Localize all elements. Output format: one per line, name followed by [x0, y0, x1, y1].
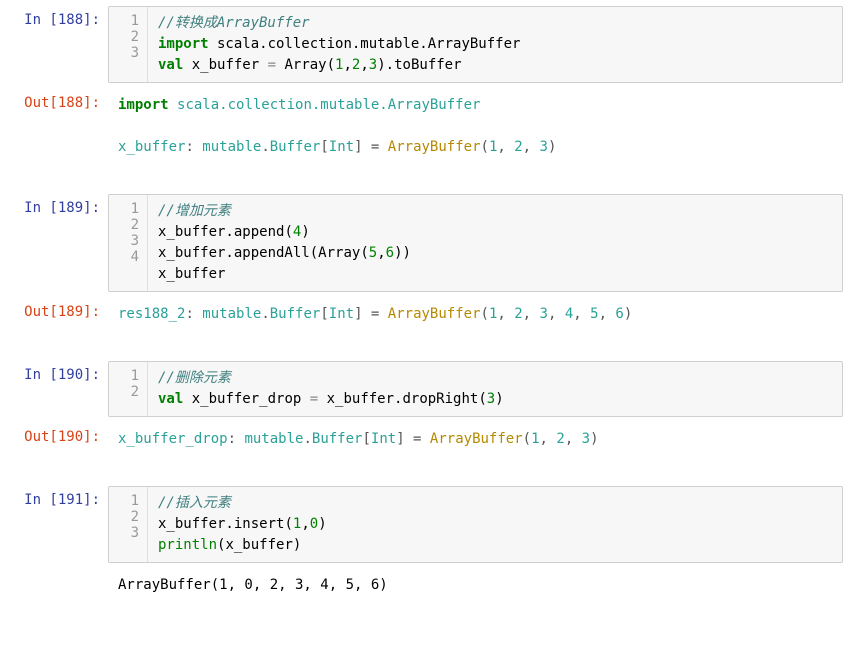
code-line: val x_buffer = Array(1,2,3).toBuffer: [158, 55, 520, 76]
line-gutter: 123: [109, 7, 148, 82]
line-number: 4: [117, 249, 139, 265]
line-number: 3: [117, 233, 139, 249]
code-lines[interactable]: //转换成ArrayBufferimport scala.collection.…: [148, 7, 530, 82]
cell-gap: [0, 337, 843, 355]
code-line: x_buffer.append(4): [158, 222, 411, 243]
code-line: import scala.collection.mutable.ArrayBuf…: [158, 34, 520, 55]
code-lines[interactable]: //增加元素x_buffer.append(4)x_buffer.appendA…: [148, 195, 421, 291]
line-number: 2: [117, 384, 139, 400]
code-lines[interactable]: //插入元素x_buffer.insert(1,0)println(x_buff…: [148, 487, 337, 562]
stdout-block: ArrayBuffer(1, 0, 2, 3, 4, 5, 6): [108, 569, 843, 602]
code-line: x_buffer.insert(1,0): [158, 514, 327, 535]
input-prompt: [0, 569, 108, 581]
input-prompt: In [189]:: [0, 194, 108, 222]
notebook: In [188]:123//转换成ArrayBufferimport scala…: [0, 6, 843, 602]
input-cell: In [188]:123//转换成ArrayBufferimport scala…: [0, 6, 843, 83]
line-number: 2: [117, 217, 139, 233]
line-number: 1: [117, 13, 139, 29]
line-number: 1: [117, 368, 139, 384]
code-line: //插入元素: [158, 493, 327, 514]
input-cell: In [189]:1234//增加元素x_buffer.append(4)x_b…: [0, 194, 843, 292]
code-line: x_buffer.appendAll(Array(5,6)): [158, 243, 411, 264]
input-prompt: In [190]:: [0, 361, 108, 389]
code-line: //转换成ArrayBuffer: [158, 13, 520, 34]
code-line: println(x_buffer): [158, 535, 327, 556]
output-cell: Out[190]:x_buffer_drop: mutable.Buffer[I…: [0, 423, 843, 456]
code-block[interactable]: 123//插入元素x_buffer.insert(1,0)println(x_b…: [108, 486, 843, 563]
code-block[interactable]: 12//删除元素val x_buffer_drop = x_buffer.dro…: [108, 361, 843, 417]
output-block: res188_2: mutable.Buffer[Int] = ArrayBuf…: [108, 298, 843, 331]
output-block: import scala.collection.mutable.ArrayBuf…: [108, 89, 843, 164]
line-number: 3: [117, 525, 139, 541]
line-gutter: 123: [109, 487, 148, 562]
code-line: val x_buffer_drop = x_buffer.dropRight(3…: [158, 389, 504, 410]
output-prompt: Out[188]:: [0, 89, 108, 117]
line-number: 1: [117, 493, 139, 509]
output-block: x_buffer_drop: mutable.Buffer[Int] = Arr…: [108, 423, 843, 456]
code-lines[interactable]: //删除元素val x_buffer_drop = x_buffer.dropR…: [148, 362, 514, 416]
line-number: 2: [117, 509, 139, 525]
line-number: 3: [117, 45, 139, 61]
code-line: x_buffer: [158, 264, 411, 285]
output-cell: Out[189]:res188_2: mutable.Buffer[Int] =…: [0, 298, 843, 331]
output-cell: Out[188]:import scala.collection.mutable…: [0, 89, 843, 164]
line-gutter: 1234: [109, 195, 148, 291]
cell-gap: [0, 462, 843, 480]
output-prompt: Out[189]:: [0, 298, 108, 326]
line-gutter: 12: [109, 362, 148, 416]
line-number: 2: [117, 29, 139, 45]
input-prompt: In [188]:: [0, 6, 108, 34]
cell-gap: [0, 170, 843, 188]
output-prompt: Out[190]:: [0, 423, 108, 451]
input-cell: In [190]:12//删除元素val x_buffer_drop = x_b…: [0, 361, 843, 417]
code-line: //增加元素: [158, 201, 411, 222]
code-block[interactable]: 123//转换成ArrayBufferimport scala.collecti…: [108, 6, 843, 83]
code-block[interactable]: 1234//增加元素x_buffer.append(4)x_buffer.app…: [108, 194, 843, 292]
stdout-cell: ArrayBuffer(1, 0, 2, 3, 4, 5, 6): [0, 569, 843, 602]
input-prompt: In [191]:: [0, 486, 108, 514]
code-line: //删除元素: [158, 368, 504, 389]
input-cell: In [191]:123//插入元素x_buffer.insert(1,0)pr…: [0, 486, 843, 563]
line-number: 1: [117, 201, 139, 217]
